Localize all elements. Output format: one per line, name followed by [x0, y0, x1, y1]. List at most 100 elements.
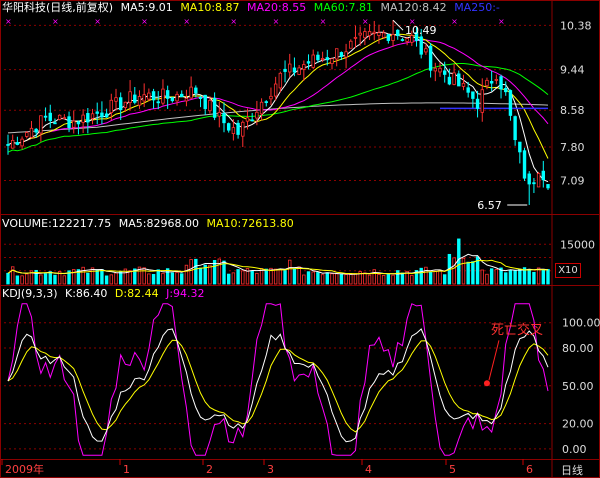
low-label: 6.57 [477, 199, 502, 212]
volume-bar [6, 272, 10, 285]
candle [245, 117, 250, 122]
candle [259, 101, 264, 115]
volume-bar [466, 261, 470, 285]
kdj-j-line [7, 303, 549, 456]
volume-bar [175, 272, 179, 285]
candle [194, 87, 198, 94]
event-marker: × [52, 17, 59, 26]
candle [180, 93, 184, 98]
candle [255, 111, 259, 119]
candle [118, 97, 123, 111]
volume-bar [400, 272, 405, 285]
candle [250, 119, 254, 122]
volume-bar [15, 275, 20, 285]
candle [269, 95, 273, 100]
volume-bar [90, 267, 95, 285]
candle [438, 67, 442, 73]
volume-bar [452, 257, 456, 285]
volume-multiplier-badge[interactable]: X10 [555, 263, 581, 278]
volume-bar [273, 268, 278, 285]
event-marker: × [362, 17, 369, 26]
candle [377, 32, 381, 36]
volume-bar [264, 268, 268, 285]
ma5-legend: MA5:9.01 [120, 1, 173, 14]
candle [363, 31, 367, 39]
volume-tick-label: 15000 [560, 238, 595, 251]
volume-bar [48, 271, 52, 285]
kdj-legend: KDJ(9,3,3) K:86.40 D:82.44 J:94.32 [2, 287, 209, 301]
price-tick-label: 7.80 [560, 141, 585, 154]
price-tick-label: 9.44 [560, 64, 585, 77]
candle [189, 86, 193, 99]
volume-bar [485, 273, 489, 285]
candle [325, 57, 330, 61]
candle [320, 58, 325, 61]
candle [76, 121, 81, 125]
volume-bar [316, 272, 320, 285]
death-cross-label: 死亡交叉 [491, 322, 543, 338]
stock-chart: 10.389.448.587.807.09× × × × × × × × × × × ×10.496.… [0, 0, 600, 478]
candle [137, 96, 142, 106]
candle [334, 48, 339, 60]
volume-bar [419, 267, 423, 285]
ma120-legend: MA120:8.42 [380, 1, 447, 14]
candle [62, 117, 67, 120]
volume-bar [151, 274, 156, 285]
candle [344, 51, 348, 58]
volume-bar [471, 261, 475, 285]
candle [316, 54, 320, 61]
candle [494, 79, 499, 81]
volume-bar [194, 258, 198, 285]
event-marker: × [141, 17, 148, 26]
volume-bar [292, 268, 297, 285]
candle [165, 90, 170, 99]
volume-bar [283, 270, 287, 285]
volume-bar [231, 272, 236, 285]
kdj-tick-label: 50.00 [562, 380, 594, 393]
volume-bar [81, 266, 85, 285]
ma60-legend: MA60:7.81 [313, 1, 373, 14]
ma10-legend: MA10:8.87 [180, 1, 240, 14]
volume-bar [165, 268, 170, 285]
candle [522, 150, 527, 179]
candle [466, 87, 470, 93]
period-label[interactable]: 日线 [561, 462, 583, 478]
kdj-d-legend: D:82.44 [114, 287, 159, 300]
candle [349, 40, 353, 49]
volume-ma10-legend: MA10:72613.80 [206, 217, 294, 230]
candle [353, 36, 358, 39]
candle [133, 94, 137, 103]
candle [504, 87, 508, 93]
volume-bar [513, 270, 517, 285]
candle [72, 120, 76, 128]
volume-bar [53, 274, 57, 285]
candle [90, 113, 95, 119]
volume-bar [311, 271, 315, 285]
candle [203, 94, 207, 110]
volume-bar [527, 268, 531, 285]
candle [527, 173, 531, 185]
volume-bar [189, 259, 193, 285]
event-marker: × [5, 17, 12, 26]
volume-bar [217, 258, 222, 285]
x-tick-label: 1 [123, 463, 130, 476]
candle [147, 92, 151, 100]
event-marker: × [230, 17, 237, 26]
volume-bar [104, 275, 109, 285]
candle [405, 38, 409, 42]
candle [302, 64, 306, 70]
candle [34, 128, 38, 133]
candle [513, 116, 517, 141]
candle [489, 81, 494, 84]
death-cross-pointer [488, 340, 500, 381]
volume-bar [461, 257, 466, 285]
volume-bar [161, 272, 165, 285]
volume-bar [109, 274, 114, 285]
volume-bar [396, 270, 400, 285]
volume-bar [410, 274, 414, 285]
volume-legend: VOLUME:122217.75 MA5:82968.00 MA10:72613… [2, 217, 298, 231]
volume-bar [377, 274, 381, 285]
candle [480, 89, 484, 113]
volume-bar [349, 274, 353, 285]
volume-bar [424, 266, 428, 285]
